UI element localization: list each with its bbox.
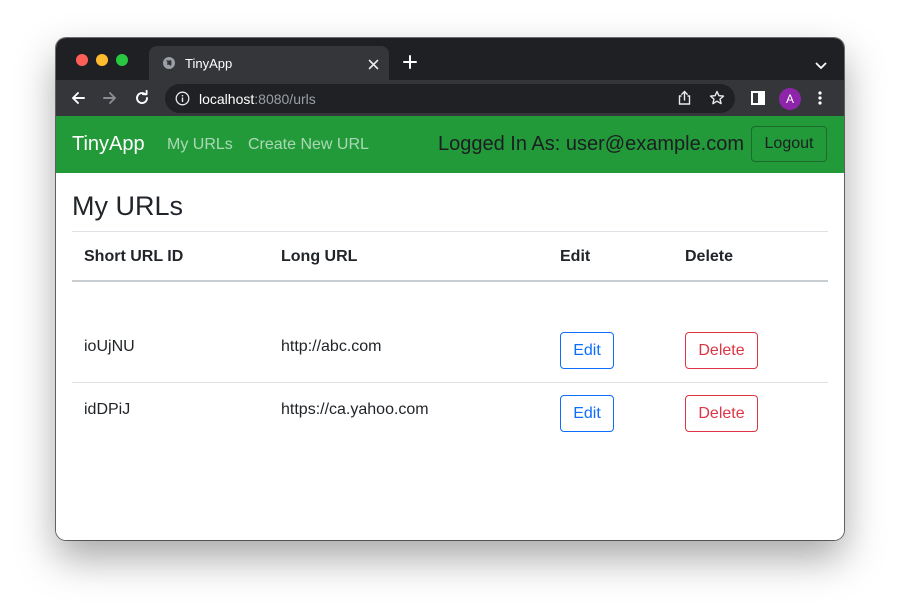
- delete-button[interactable]: Delete: [685, 395, 758, 432]
- url-path: :8080/urls: [254, 91, 316, 107]
- delete-button[interactable]: Delete: [685, 332, 758, 369]
- header-edit: Edit: [560, 248, 591, 265]
- browser-tab[interactable]: TinyApp: [149, 46, 389, 80]
- address-bar[interactable]: localhost:8080/urls: [165, 84, 735, 113]
- tab-bar: TinyApp: [56, 38, 844, 80]
- close-window-button[interactable]: [76, 54, 88, 66]
- navbar-brand[interactable]: TinyApp: [72, 133, 145, 156]
- globe-icon: [162, 56, 176, 75]
- nav-link-my-urls[interactable]: My URLs: [167, 136, 233, 154]
- header-short-url-id: Short URL ID: [84, 248, 184, 265]
- edit-button[interactable]: Edit: [560, 332, 614, 369]
- tab-title: TinyApp: [185, 56, 233, 71]
- forward-arrow-icon[interactable]: [102, 90, 118, 111]
- header-delete: Delete: [685, 248, 734, 265]
- table-top-border: [72, 231, 828, 232]
- app-navbar: TinyApp My URLs Create New URL Logged In…: [56, 116, 844, 173]
- browser-toolbar: localhost:8080/urls A: [56, 80, 844, 116]
- long-url: http://abc.com: [281, 338, 382, 355]
- reload-icon[interactable]: [134, 89, 150, 111]
- short-url-id: idDPiJ: [84, 401, 131, 418]
- side-panel-icon[interactable]: [751, 91, 765, 110]
- edit-button[interactable]: Edit: [560, 395, 614, 432]
- short-url-id: ioUjNU: [84, 338, 135, 355]
- page-title: My URLs: [72, 191, 184, 221]
- close-icon[interactable]: [368, 57, 379, 75]
- kebab-menu-icon[interactable]: [818, 91, 822, 110]
- logged-in-user: Logged In As: user@example.com: [438, 133, 745, 155]
- header-long-url: Long URL: [281, 248, 358, 265]
- row-divider: [72, 382, 828, 383]
- page-content: TinyApp My URLs Create New URL Logged In…: [56, 116, 844, 540]
- nav-link-create-new-url[interactable]: Create New URL: [248, 136, 369, 154]
- logout-button[interactable]: Logout: [751, 126, 827, 162]
- long-url: https://ca.yahoo.com: [281, 401, 429, 418]
- profile-avatar[interactable]: A: [779, 88, 801, 110]
- url-host: localhost: [199, 91, 255, 107]
- star-icon[interactable]: [709, 90, 725, 111]
- share-icon[interactable]: [677, 90, 692, 111]
- url-text: localhost:8080/urls: [199, 91, 316, 107]
- minimize-window-button[interactable]: [96, 54, 108, 66]
- chevron-down-icon[interactable]: [815, 57, 827, 75]
- header-divider: [72, 280, 828, 282]
- maximize-window-button[interactable]: [116, 54, 128, 66]
- plus-icon[interactable]: [403, 55, 417, 74]
- info-icon[interactable]: [175, 91, 190, 111]
- browser-window: TinyApp localhost:8080/urls A TinyApp My…: [56, 38, 844, 540]
- back-arrow-icon[interactable]: [70, 90, 86, 111]
